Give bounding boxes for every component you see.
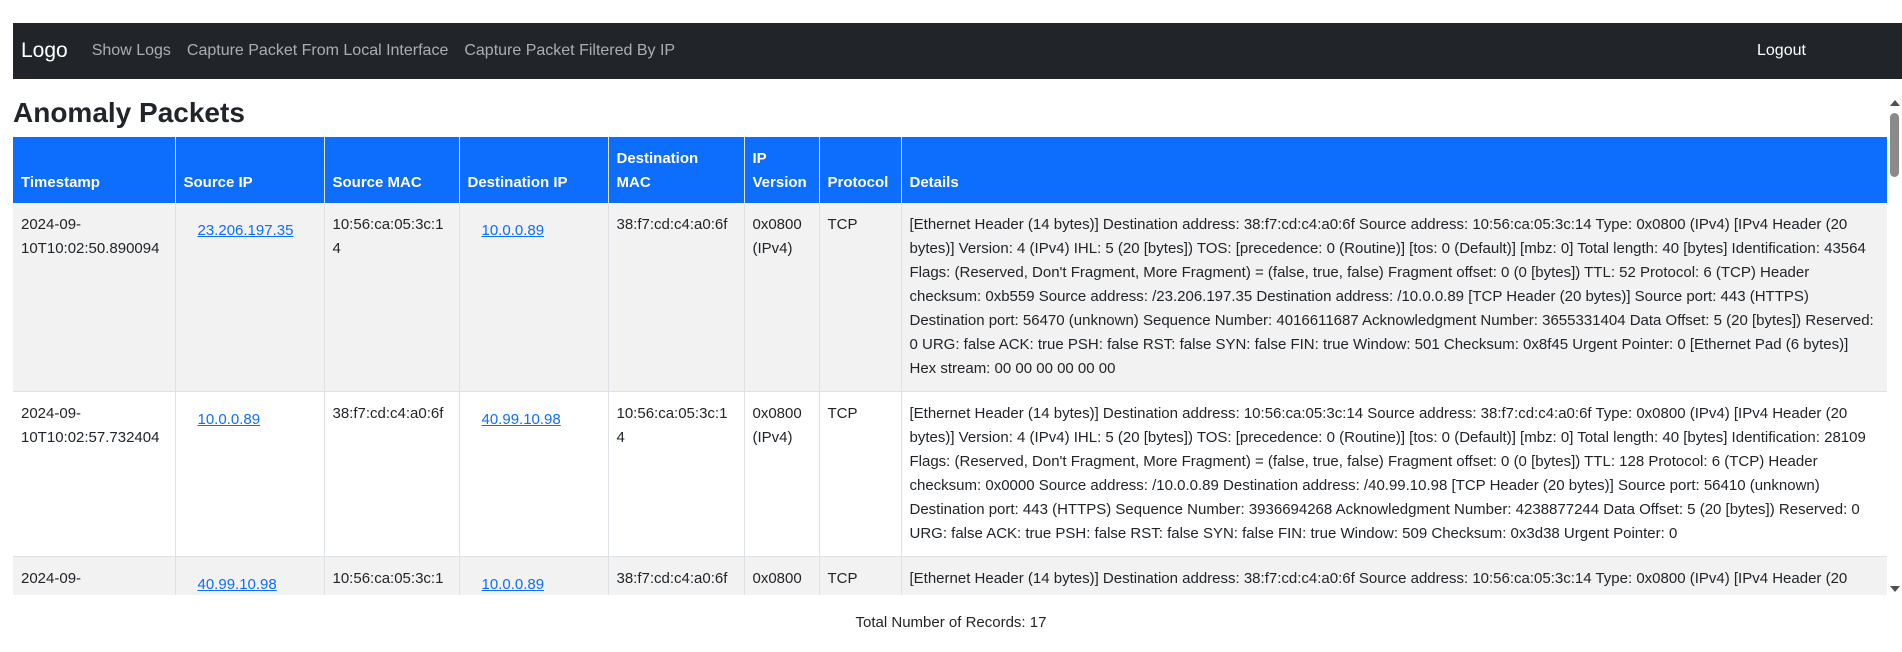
column-header-protocol[interactable]: Protocol [819, 137, 902, 203]
cell-timestamp: 2024-09-10T10:02:57.957077 [13, 556, 176, 595]
cell-destination-mac: 38:f7:cd:c4:a0:6f [608, 203, 745, 392]
column-header-details[interactable]: Details [901, 137, 1887, 203]
cell-protocol: TCP [819, 556, 902, 595]
cell-source-mac: 38:f7:cd:c4:a0:6f [324, 391, 460, 557]
cell-ip-version: 0x0800 (IPv4) [744, 391, 820, 557]
cell-source-ip: 40.99.10.98 [175, 556, 325, 595]
destination-ip-link[interactable]: 40.99.10.98 [482, 408, 561, 432]
scroll-down-arrow-icon[interactable] [1890, 586, 1900, 592]
cell-timestamp: 2024-09-10T10:02:50.890094 [13, 203, 176, 392]
cell-details: [Ethernet Header (14 bytes)] Destination… [901, 203, 1887, 392]
cell-destination-mac: 38:f7:cd:c4:a0:6f [608, 556, 745, 595]
page: Logo Show Logs Capture Packet From Local… [0, 0, 1902, 652]
column-header-source-mac[interactable]: Source MAC [324, 137, 460, 203]
source-ip-link[interactable]: 40.99.10.98 [198, 573, 277, 595]
cell-protocol: TCP [819, 391, 902, 557]
source-ip-link[interactable]: 23.206.197.35 [198, 219, 294, 243]
cell-destination-ip: 40.99.10.98 [459, 391, 609, 557]
cell-ip-version: 0x0800 (IPv4) [744, 203, 820, 392]
table-row: 2024-09-10T10:02:57.957077 40.99.10.98 1… [13, 556, 1887, 595]
brand-logo[interactable]: Logo [21, 39, 68, 63]
page-title: Anomaly Packets [13, 97, 245, 128]
column-header-destination-mac[interactable]: Destination MAC [608, 137, 745, 203]
top-navbar: Logo Show Logs Capture Packet From Local… [13, 23, 1902, 79]
column-header-ip-version[interactable]: IP Version [744, 137, 820, 203]
cell-ip-version: 0x0800 (IPv4) [744, 556, 820, 595]
cell-source-ip: 10.0.0.89 [175, 391, 325, 557]
scrollbar-thumb[interactable] [1890, 113, 1899, 177]
cell-destination-mac: 10:56:ca:05:3c:14 [608, 391, 745, 557]
vertical-scrollbar[interactable] [1887, 97, 1902, 595]
source-ip-link[interactable]: 10.0.0.89 [198, 408, 261, 432]
cell-source-ip: 23.206.197.35 [175, 203, 325, 392]
cell-details: [Ethernet Header (14 bytes)] Destination… [901, 391, 1887, 557]
total-records-label: Total Number of Records: 17 [855, 614, 1047, 631]
cell-protocol: TCP [819, 203, 902, 392]
destination-ip-link[interactable]: 10.0.0.89 [482, 573, 545, 595]
table-header-row: Timestamp Source IP Source MAC Destinati… [13, 137, 1887, 203]
nav-link-capture-local-interface[interactable]: Capture Packet From Local Interface [187, 42, 448, 60]
column-header-destination-ip[interactable]: Destination IP [459, 137, 609, 203]
destination-ip-link[interactable]: 10.0.0.89 [482, 219, 545, 243]
anomaly-packets-table: Timestamp Source IP Source MAC Destinati… [13, 137, 1887, 595]
column-header-timestamp[interactable]: Timestamp [13, 137, 176, 203]
cell-destination-ip: 10.0.0.89 [459, 203, 609, 392]
cell-source-mac: 10:56:ca:05:3c:14 [324, 556, 460, 595]
nav-link-capture-filtered-by-ip[interactable]: Capture Packet Filtered By IP [464, 42, 675, 60]
table-scroll-container[interactable]: Timestamp Source IP Source MAC Destinati… [13, 137, 1887, 595]
table-row: 2024-09-10T10:02:50.890094 23.206.197.35… [13, 203, 1887, 392]
cell-timestamp: 2024-09-10T10:02:57.732404 [13, 391, 176, 557]
column-header-source-ip[interactable]: Source IP [175, 137, 325, 203]
cell-destination-ip: 10.0.0.89 [459, 556, 609, 595]
cell-details: [Ethernet Header (14 bytes)] Destination… [901, 556, 1887, 595]
scroll-up-arrow-icon[interactable] [1890, 100, 1900, 106]
logout-link[interactable]: Logout [1757, 23, 1806, 79]
cell-source-mac: 10:56:ca:05:3c:14 [324, 203, 460, 392]
nav-link-show-logs[interactable]: Show Logs [92, 42, 171, 60]
table-row: 2024-09-10T10:02:57.732404 10.0.0.89 38:… [13, 391, 1887, 557]
